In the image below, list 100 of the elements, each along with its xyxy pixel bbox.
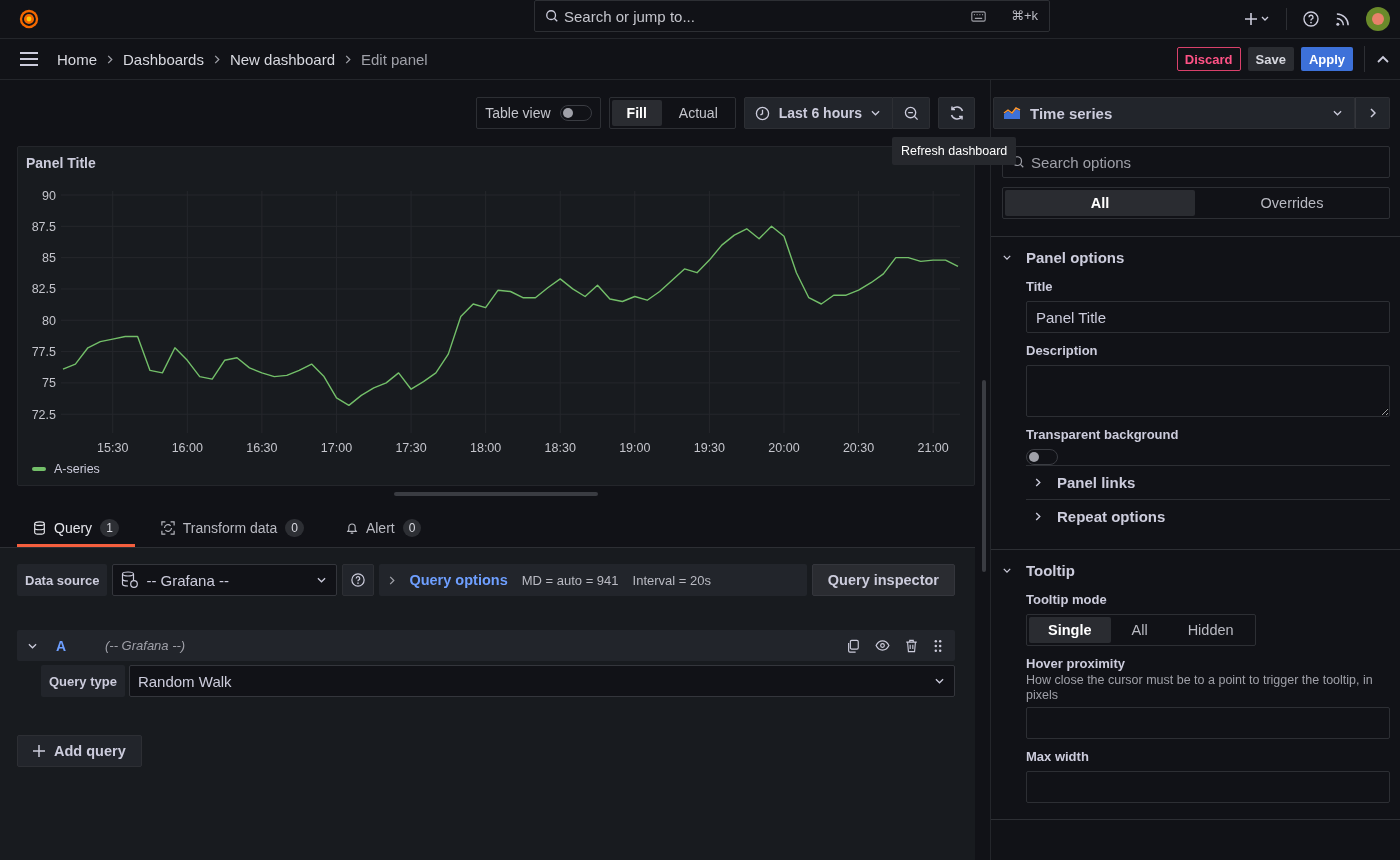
input-field[interactable]: [1026, 707, 1390, 739]
section-header[interactable]: Panel options: [1003, 245, 1390, 269]
add-query-button[interactable]: Add query: [17, 735, 142, 767]
chevron-icon: [389, 575, 396, 585]
breadcrumb-link[interactable]: Home: [57, 50, 97, 68]
query-source: (-- Grafana --): [105, 638, 186, 653]
help-icon: [351, 573, 366, 587]
tooltip: Refresh dashboard: [892, 137, 1017, 165]
chevron-icon: [213, 54, 220, 64]
query-options-link[interactable]: Query options: [409, 572, 508, 588]
breadcrumb-link[interactable]: Dashboards: [123, 50, 204, 68]
search-icon: [545, 9, 559, 23]
axis-label: 77.5: [31, 345, 56, 360]
options-tab[interactable]: All: [1005, 190, 1195, 216]
menu-icon[interactable]: [19, 51, 39, 67]
radio-option[interactable]: Single: [1029, 617, 1111, 643]
table-view-toggle[interactable]: Table view: [476, 97, 601, 129]
copy-icon[interactable]: [846, 638, 860, 653]
caret-icon[interactable]: [28, 642, 37, 649]
clock-icon: [754, 105, 770, 121]
refresh-icon: [948, 105, 965, 121]
chevron-right-icon: [1369, 108, 1376, 118]
axis-label: 82.5: [31, 282, 56, 297]
size-mode-tab[interactable]: Fill: [611, 100, 662, 126]
axis-label: 16:00: [171, 441, 203, 455]
input-field[interactable]: Panel Title: [1026, 301, 1390, 333]
field-label: Hover proximity: [1026, 656, 1126, 671]
field-label: Max width: [1026, 749, 1090, 764]
help-button[interactable]: [342, 564, 375, 596]
options-group[interactable]: Panel links: [1026, 465, 1390, 499]
axis-label: 16:30: [246, 441, 278, 455]
input-field[interactable]: [1026, 771, 1390, 803]
query-info: MD = auto = 941: [521, 572, 619, 588]
eye-icon[interactable]: [875, 640, 890, 651]
caret-icon: [935, 678, 944, 684]
chart-icon: [1003, 106, 1021, 120]
rss-icon[interactable]: [1335, 11, 1350, 27]
query-type-select[interactable]: Random Walk: [128, 665, 955, 697]
options-tab[interactable]: Overrides: [1197, 190, 1387, 216]
field-description: How close the cursor must be to a point to trigger the tooltip, in pixels: [1026, 673, 1374, 703]
chevron-icon: [345, 54, 351, 64]
visualization-picker[interactable]: Time series: [993, 97, 1355, 129]
axis-label: 80: [42, 313, 56, 328]
plus-icon[interactable]: [1242, 12, 1270, 26]
radio-option[interactable]: All: [1112, 617, 1167, 643]
axis-label: 17:00: [320, 441, 353, 455]
query-ref[interactable]: A: [56, 637, 105, 654]
section-header[interactable]: Tooltip: [1003, 558, 1390, 582]
caret-icon: [1333, 110, 1342, 116]
axis-label: 18:30: [544, 441, 576, 455]
axis-label: 20:00: [768, 441, 800, 455]
logo-icon[interactable]: [18, 8, 40, 30]
breadcrumb-link[interactable]: New dashboard: [229, 50, 335, 68]
query-info: Interval = 20s: [632, 572, 711, 588]
avatar-icon[interactable]: [1366, 7, 1390, 31]
axis-label: 15:30: [97, 441, 129, 455]
keyboard-icon: [971, 11, 986, 22]
field-label: Title: [1026, 279, 1054, 294]
query-tab[interactable]: Alert 0: [329, 511, 438, 547]
refresh-button[interactable]: [938, 97, 975, 129]
axis-label: 85: [42, 251, 56, 266]
query-tab[interactable]: Transform data 0: [144, 511, 320, 547]
field-label: Query type: [41, 665, 125, 697]
panel-title: Panel Title: [25, 154, 97, 173]
caret-icon: [317, 577, 327, 583]
radio-option[interactable]: Hidden: [1168, 617, 1253, 643]
axis-label: 18:00: [470, 441, 502, 455]
scrollbar[interactable]: [982, 380, 986, 572]
field-label: Description: [1026, 343, 1099, 358]
axis-label: 87.5: [31, 219, 56, 234]
axis-label: 19:00: [619, 441, 651, 455]
plus-icon: [33, 745, 45, 757]
time-range-picker[interactable]: Last 6 hours: [743, 97, 893, 129]
axis-label: 19:30: [693, 441, 726, 455]
breadcrumb-link[interactable]: Edit panel: [361, 50, 428, 68]
toggle-switch[interactable]: [1026, 449, 1058, 465]
size-mode-tab[interactable]: Actual: [663, 100, 733, 126]
apply-button[interactable]: Apply: [1300, 47, 1353, 71]
resize-handle[interactable]: [394, 492, 598, 496]
axis-label: 72.5: [31, 407, 56, 422]
field-label: Tooltip mode: [1026, 592, 1108, 607]
axis-label: 75: [42, 376, 56, 391]
drag-handle-icon[interactable]: [933, 638, 943, 653]
options-group[interactable]: Repeat options: [1026, 499, 1390, 533]
transform-icon: [160, 520, 175, 535]
save-button[interactable]: Save: [1247, 47, 1294, 71]
collapse-icon[interactable]: [1376, 54, 1390, 64]
shortcut-hint: ⌘+k: [1010, 8, 1038, 23]
field-label: Data source: [17, 564, 108, 596]
field-label: Transparent background: [1026, 427, 1180, 442]
discard-button[interactable]: Discard: [1176, 47, 1241, 71]
zoom-out-icon: [903, 105, 919, 121]
data-source-select[interactable]: -- Grafana --: [112, 564, 338, 596]
axis-label: 90: [42, 188, 56, 203]
legend-label[interactable]: A-series: [54, 462, 100, 476]
axis-label: 21:00: [917, 441, 949, 455]
query-inspector-button[interactable]: Query inspector: [811, 564, 955, 596]
zoom-out-button[interactable]: [893, 97, 930, 129]
help-icon[interactable]: [1303, 11, 1319, 27]
trash-icon[interactable]: [905, 638, 918, 653]
